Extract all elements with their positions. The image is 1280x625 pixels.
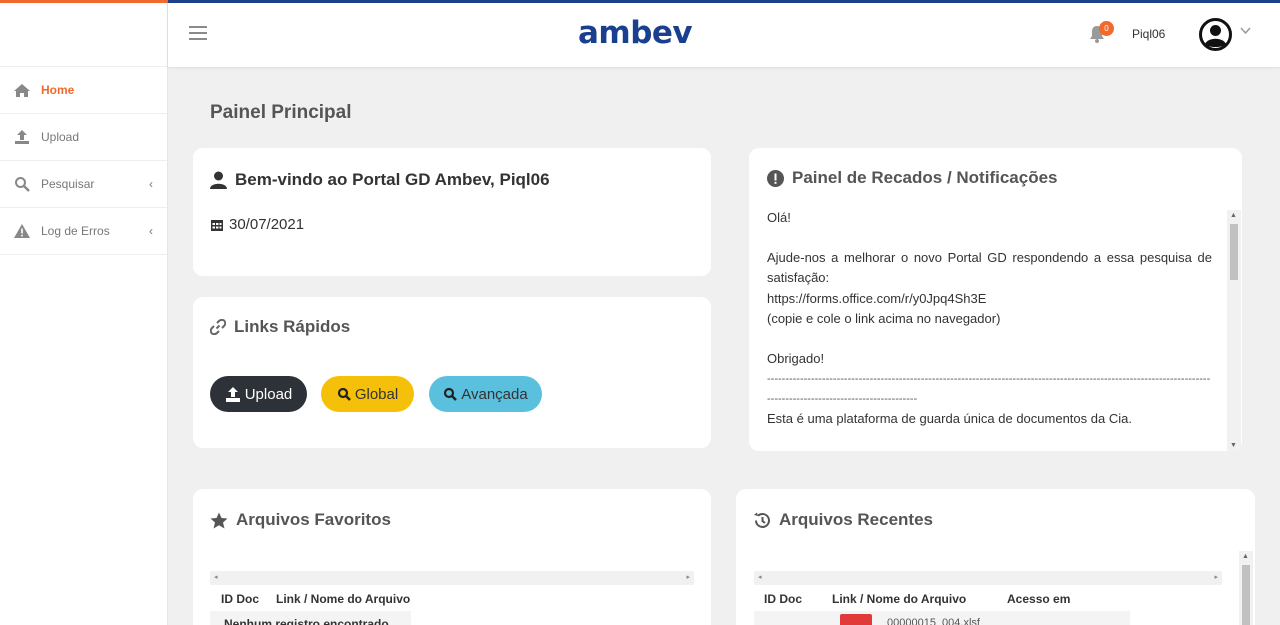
recent-scrollbar[interactable]: ▲ [1239, 551, 1253, 625]
brand-logo: ambev [578, 15, 693, 51]
recent-col-id[interactable]: ID Doc [764, 592, 802, 606]
notifications-body: Olá! Ajude-nos a melhorar o novo Portal … [767, 208, 1212, 448]
avatar[interactable] [1199, 18, 1232, 51]
recent-hscrollbar[interactable]: ◂ ▸ [754, 571, 1222, 585]
warning-icon [12, 222, 32, 240]
welcome-title-text: Bem-vindo ao Portal GD Ambev, Piql06 [235, 170, 550, 189]
chevron-left-icon[interactable]: ‹ [149, 224, 153, 238]
table-row[interactable]: 00000015_004.xlsf [754, 611, 1130, 625]
favorites-col-name[interactable]: Link / Nome do Arquivo [276, 592, 410, 606]
welcome-date: 30/07/2021 [210, 216, 304, 233]
upload-icon [12, 128, 32, 146]
star-icon [210, 512, 228, 528]
history-icon [754, 512, 770, 528]
sidebar-item-pesquisar[interactable]: Pesquisar ‹ [0, 161, 167, 208]
quick-links-title-text: Links Rápidos [234, 317, 351, 336]
recent-file-name[interactable]: 00000015_004.xlsf [887, 617, 980, 625]
sidebar-logo-area [0, 0, 167, 67]
recent-card: Arquivos Recentes ◂ ▸ ▲ ID Doc Link / No… [736, 489, 1255, 625]
header-accent-bar [168, 0, 1280, 3]
notification-badge: 0 [1099, 21, 1114, 36]
search-icon [12, 175, 32, 193]
welcome-title: Bem-vindo ao Portal GD Ambev, Piql06 [210, 170, 550, 190]
upload-icon [225, 386, 240, 402]
sidebar-item-label: Log de Erros [41, 224, 110, 238]
username-label[interactable]: Piql06 [1132, 27, 1165, 41]
notif-line: Obrigado! [767, 351, 825, 367]
calendar-icon [211, 219, 223, 231]
favorites-hscrollbar[interactable]: ◂ ▸ [210, 571, 694, 585]
notif-line: Esta é uma plataforma de guarda única de… [767, 411, 1132, 427]
global-button-label: Global [354, 385, 399, 403]
sidebar-item-label: Home [41, 83, 75, 97]
quick-links-card: Links Rápidos Upload Global Avançada [193, 297, 711, 448]
chevron-down-icon[interactable] [1240, 26, 1251, 38]
user-icon [210, 171, 227, 189]
favorites-col-id[interactable]: ID Doc [221, 592, 259, 606]
recent-col-access[interactable]: Acesso em [1007, 592, 1070, 606]
scrollbar-thumb[interactable] [1230, 224, 1238, 280]
recent-col-name[interactable]: Link / Nome do Arquivo [832, 592, 966, 606]
sidebar-item-home[interactable]: Home [0, 67, 167, 114]
notif-line: (copie e cole o link acima no navegador) [767, 310, 1001, 326]
hamburger-menu-icon[interactable] [189, 26, 207, 40]
upload-button[interactable]: Upload [210, 376, 307, 412]
favorites-title-text: Arquivos Favoritos [236, 510, 391, 529]
notif-line: Ajude-nos a melhorar o novo Portal GD re… [767, 250, 1212, 286]
notifications-title-text: Painel de Recados / Notificações [792, 168, 1058, 187]
global-search-button[interactable]: Global [321, 376, 414, 412]
advanced-search-button[interactable]: Avançada [429, 376, 542, 412]
empty-message: Nenhum registro encontrado [224, 617, 389, 625]
sidebar-item-label: Upload [41, 130, 80, 144]
home-icon [12, 81, 32, 99]
advanced-button-label: Avançada [461, 385, 528, 403]
scrollbar-thumb[interactable] [1242, 565, 1250, 625]
notif-link: https://forms.office.com/r/y0Jpq4Sh3E [767, 290, 987, 306]
recent-title-text: Arquivos Recentes [779, 510, 933, 529]
sidebar-accent-bar [0, 0, 168, 3]
favorites-title: Arquivos Favoritos [210, 510, 391, 530]
notif-line [767, 228, 1212, 248]
date-text: 30/07/2021 [229, 216, 305, 233]
search-icon [444, 387, 458, 401]
quick-links-title: Links Rápidos [210, 317, 350, 337]
notifications-title: Painel de Recados / Notificações [767, 168, 1057, 188]
notifications-card: Painel de Recados / Notificações Olá! Aj… [749, 148, 1242, 451]
exclamation-circle-icon [767, 169, 784, 187]
favorites-card: Arquivos Favoritos ◂ ▸ ID Doc Link / Nom… [193, 489, 711, 625]
notifications-scrollbar[interactable]: ▲ ▼ [1227, 210, 1241, 451]
link-icon [210, 319, 226, 335]
notif-line [767, 329, 1212, 349]
welcome-card: Bem-vindo ao Portal GD Ambev, Piql06 30/… [193, 148, 711, 276]
page-title: Painel Principal [210, 102, 352, 123]
sidebar-item-upload[interactable]: Upload [0, 114, 167, 161]
chevron-left-icon[interactable]: ‹ [149, 177, 153, 191]
table-row: Nenhum registro encontrado [210, 611, 411, 625]
sidebar: Home Upload Pesquisar ‹ Log de Erros ‹ [0, 0, 168, 625]
sidebar-item-label: Pesquisar [41, 177, 95, 191]
upload-button-label: Upload [244, 385, 293, 403]
recent-title: Arquivos Recentes [753, 510, 933, 530]
top-header: ambev 0 Piql06 [168, 0, 1280, 67]
file-type-icon [840, 614, 872, 625]
sidebar-item-log-de-erros[interactable]: Log de Erros ‹ [0, 208, 167, 255]
notif-divider: ----------------------------------------… [767, 373, 1211, 406]
notif-line: Olá! [767, 210, 791, 225]
search-icon [337, 387, 351, 401]
